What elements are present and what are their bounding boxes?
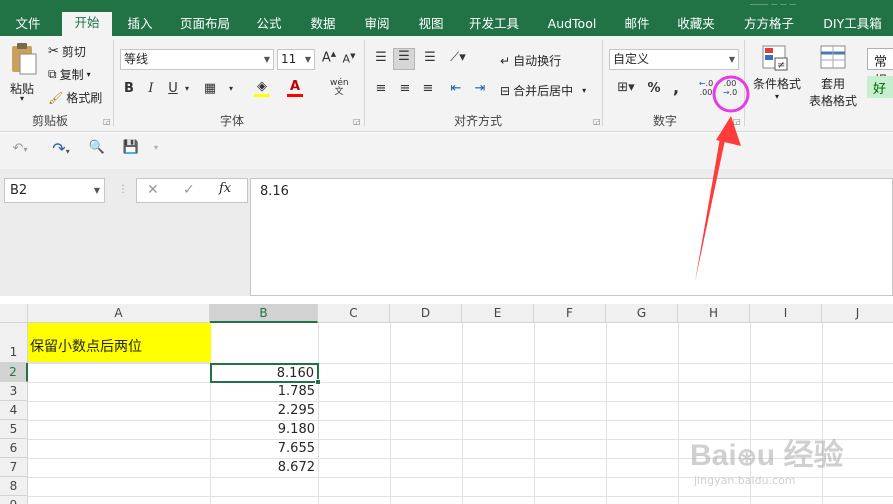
excel-window: ─── ─ ─ ─ 文件 开始 插入 页面布局 公式 数据 审阅 视图 开发工具…	[0, 0, 893, 504]
annotation-overlay	[695, 75, 750, 282]
highlight-circle	[712, 75, 750, 113]
red-arrow-icon	[695, 116, 741, 282]
baidu-watermark: Bai⊛u 经验 jingyan.baidu.com	[690, 439, 844, 487]
